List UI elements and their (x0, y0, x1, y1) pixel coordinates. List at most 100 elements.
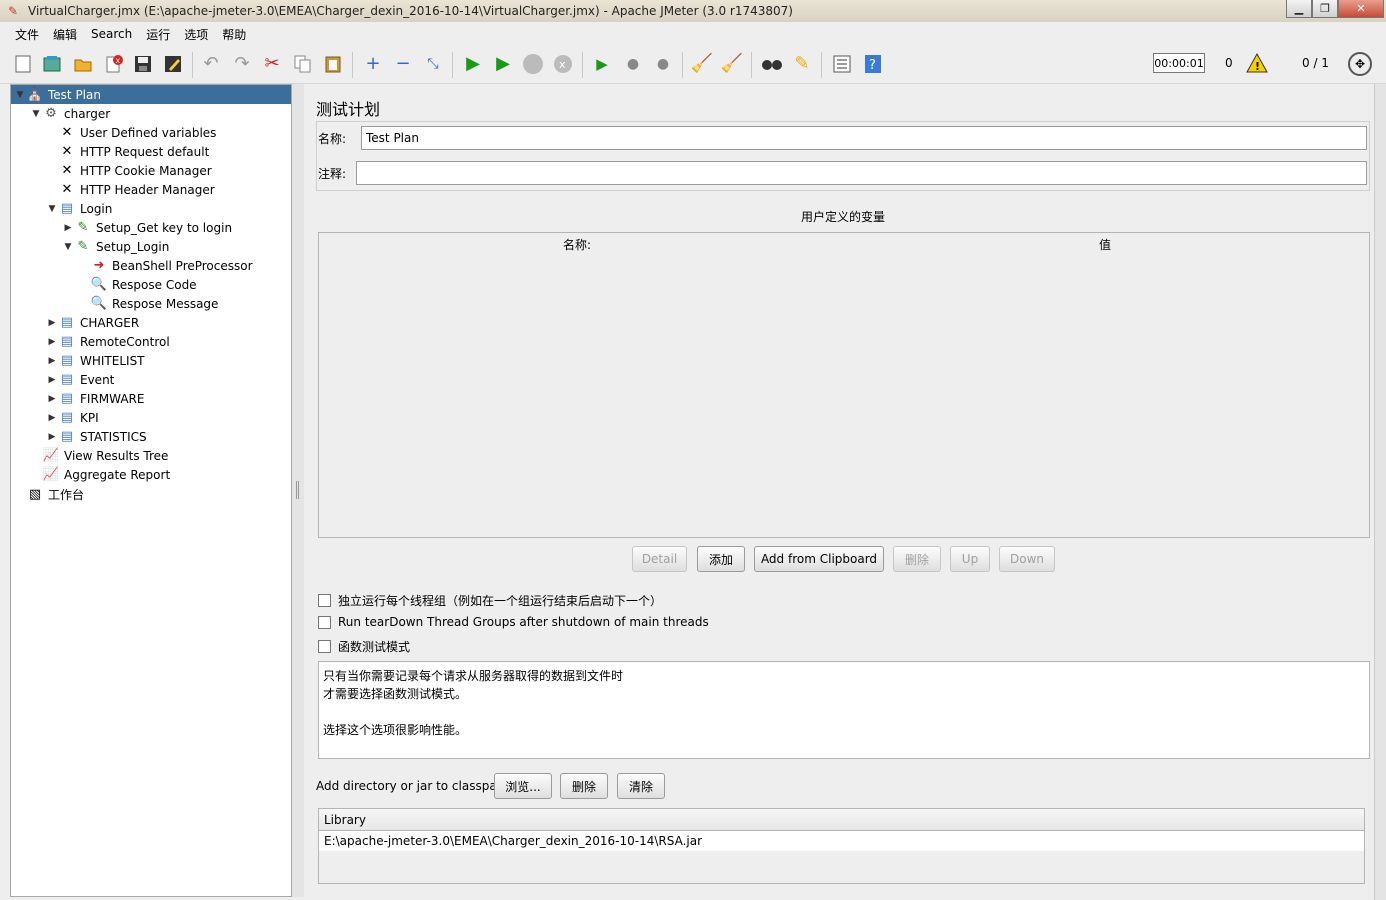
browse-button[interactable]: 浏览... (494, 773, 552, 799)
help-icon[interactable]: ? (861, 52, 885, 76)
split-pane-divider[interactable] (292, 84, 304, 897)
stop-icon[interactable] (521, 52, 545, 76)
remote-shutdown-icon[interactable]: ● (651, 52, 675, 76)
tree-node-http-cookie-manager[interactable]: ✕ HTTP Cookie Manager (46, 161, 212, 180)
menu-help[interactable]: 帮助 (219, 24, 249, 45)
serialize-threadgroups-checkbox[interactable]: 独立运行每个线程组（例如在一个组运行结束后启动下一个） (318, 592, 662, 609)
save-icon[interactable] (131, 52, 155, 76)
right-scrollbar[interactable] (1374, 84, 1386, 900)
teardown-on-shutdown-checkbox[interactable]: Run tearDown Thread Groups after shutdow… (318, 615, 709, 629)
expand-icon[interactable]: + (361, 52, 385, 76)
tree-node-aggregate-report[interactable]: 📈 Aggregate Report (30, 465, 170, 484)
down-button[interactable]: Down (999, 546, 1055, 572)
menu-options[interactable]: 选项 (181, 24, 211, 45)
redo-icon[interactable]: ↷ (230, 52, 254, 76)
remote-stop-icon[interactable]: ● (621, 52, 645, 76)
undo-icon[interactable]: ↶ (199, 52, 223, 76)
close-icon[interactable]: x (102, 52, 126, 76)
detail-button[interactable]: Detail (632, 546, 687, 572)
tree-node-charger-controller[interactable]: ▶ ▤ CHARGER (46, 313, 140, 332)
clear-all-icon[interactable]: 🧹 (720, 52, 744, 76)
copy-icon[interactable] (291, 52, 315, 76)
tree-toggle[interactable]: ▼ (62, 242, 74, 252)
cut-icon[interactable]: ✂ (260, 52, 284, 76)
column-header-name[interactable]: 名称: (563, 236, 591, 253)
tree-node-event[interactable]: ▶ ▤ Event (46, 370, 115, 389)
start-icon[interactable]: ▶ (461, 52, 485, 76)
library-column-header[interactable]: Library (319, 809, 1364, 831)
tree-node-firmware[interactable]: ▶ ▤ FIRMWARE (46, 389, 145, 408)
tree-toggle[interactable]: ▶ (46, 432, 58, 442)
minimize-button[interactable]: ▁ (1286, 0, 1312, 18)
tree-node-statistics[interactable]: ▶ ▤ STATISTICS (46, 427, 147, 446)
splitter-grip[interactable] (296, 481, 299, 499)
start-no-pause-icon[interactable]: ▶ (491, 52, 515, 76)
remote-start-icon[interactable]: ▶ (590, 52, 614, 76)
tree-node-kpi[interactable]: ▶ ▤ KPI (46, 408, 99, 427)
new-icon[interactable] (11, 52, 35, 76)
search-icon[interactable] (760, 52, 784, 76)
comment-field[interactable] (356, 161, 1367, 185)
paste-icon[interactable] (321, 52, 345, 76)
shutdown-icon[interactable]: x (551, 52, 575, 76)
tree-toggle[interactable]: ▶ (46, 413, 58, 423)
functional-test-mode-checkbox[interactable]: 函数测试模式 (318, 638, 410, 655)
test-plan-tree[interactable]: ▼ ⛪ Test Plan ▼ ⚙ charger ✕ User Defined… (10, 84, 292, 897)
save-as-icon[interactable] (161, 52, 185, 76)
toggle-icon[interactable]: ⤡ (421, 52, 445, 76)
tree-node-user-defined-variables[interactable]: ✕ User Defined variables (46, 123, 217, 142)
tree-node-view-results-tree[interactable]: 📈 View Results Tree (30, 446, 169, 465)
tree-node-test-plan[interactable]: ▼ ⛪ Test Plan (11, 85, 291, 104)
up-button[interactable]: Up (950, 546, 990, 572)
warning-icon[interactable]: ! (1246, 52, 1268, 73)
add-button[interactable]: 添加 (697, 546, 745, 572)
classpath-clear-button[interactable]: 清除 (617, 773, 665, 799)
tree-node-workbench[interactable]: ▧ 工作台 (14, 485, 84, 504)
tree-node-respose-message[interactable]: 🔍 Respose Message (78, 294, 219, 313)
tree-node-remotecontrol[interactable]: ▶ ▤ RemoteControl (46, 332, 170, 351)
close-window-button[interactable]: ✕ (1338, 0, 1384, 18)
tree-node-respose-code[interactable]: 🔍 Respose Code (78, 275, 197, 294)
function-helper-icon[interactable] (830, 52, 854, 76)
checkbox-box[interactable] (318, 615, 331, 629)
user-defined-variables-table[interactable]: 名称: 值 (318, 232, 1370, 538)
clear-icon[interactable]: 🧹 (690, 52, 714, 76)
description-line: 选择这个选项很影响性能。 (323, 723, 468, 737)
maximize-button[interactable]: ❐ (1312, 0, 1338, 18)
menu-edit[interactable]: 编辑 (50, 24, 80, 45)
tree-node-setup-login[interactable]: ▼ ✎ Setup_Login (62, 237, 170, 256)
tree-toggle[interactable]: ▶ (46, 318, 58, 328)
menu-file[interactable]: 文件 (12, 24, 42, 45)
add-from-clipboard-button[interactable]: Add from Clipboard (754, 546, 884, 572)
reset-search-icon[interactable]: ✎ (790, 52, 814, 76)
checkbox-box[interactable] (318, 640, 331, 653)
tree-toggle[interactable]: ▼ (46, 204, 58, 214)
column-header-value[interactable]: 值 (1099, 236, 1111, 253)
library-row[interactable]: E:\apache-jmeter-3.0\EMEA\Charger_dexin_… (319, 831, 1364, 851)
tree-node-whitelist[interactable]: ▶ ▤ WHITELIST (46, 351, 145, 370)
remote-engines-icon[interactable]: ✥ (1348, 52, 1372, 76)
tree-node-http-header-manager[interactable]: ✕ HTTP Header Manager (46, 180, 215, 199)
menu-run[interactable]: 运行 (143, 24, 173, 45)
tree-node-http-request-default[interactable]: ✕ HTTP Request default (46, 142, 210, 161)
name-field[interactable]: Test Plan (361, 126, 1367, 150)
classpath-delete-button[interactable]: 删除 (560, 773, 608, 799)
tree-toggle[interactable]: ▶ (46, 337, 58, 347)
tree-node-setup-get-key[interactable]: ▶ ✎ Setup_Get key to login (62, 218, 233, 237)
menu-search[interactable]: Search (88, 25, 135, 43)
open-icon[interactable] (71, 52, 95, 76)
collapse-icon[interactable]: − (391, 52, 415, 76)
templates-icon[interactable] (40, 52, 64, 76)
tree-toggle[interactable]: ▶ (46, 356, 58, 366)
library-table[interactable]: Library E:\apache-jmeter-3.0\EMEA\Charge… (318, 808, 1365, 884)
checkbox-box[interactable] (318, 594, 331, 607)
delete-button[interactable]: 删除 (893, 546, 941, 572)
tree-toggle[interactable]: ▼ (30, 109, 42, 119)
tree-node-beanshell-preprocessor[interactable]: ➜ BeanShell PreProcessor (78, 256, 253, 275)
tree-toggle[interactable]: ▶ (46, 394, 58, 404)
tree-node-charger[interactable]: ▼ ⚙ charger (30, 104, 111, 123)
tree-toggle[interactable]: ▶ (62, 223, 74, 233)
tree-toggle[interactable]: ▼ (14, 90, 26, 100)
tree-toggle[interactable]: ▶ (46, 375, 58, 385)
tree-node-login[interactable]: ▼ ▤ Login (46, 199, 113, 218)
